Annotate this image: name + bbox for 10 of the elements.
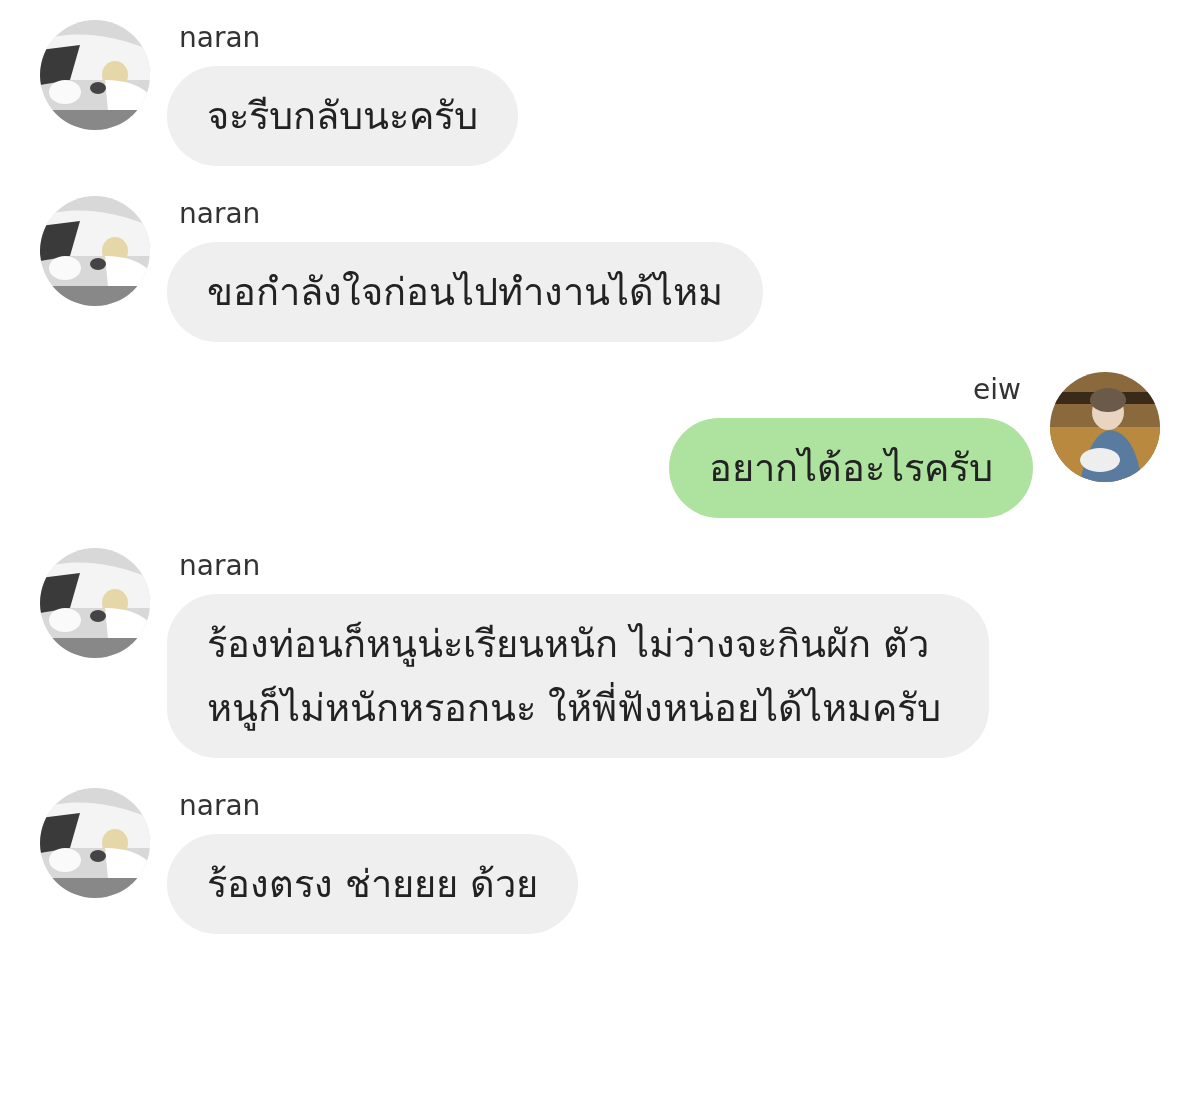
- message-bubble: จะรีบกลับนะครับ: [167, 66, 518, 166]
- message-bubble: ขอกำลังใจก่อนไปทำงานได้ไหม: [167, 242, 763, 342]
- message-bubble: ร้องท่อนก็หนูน่ะเรียนหนัก ไม่ว่างจะกินผัก ตัวหนูก็ไม่หนักหรอกนะ ให้พี่ฟังหน่อยได้ไหมครับ: [167, 594, 989, 758]
- sender-name: naran: [178, 788, 262, 824]
- sender-name: naran: [178, 196, 262, 232]
- message-bubble: อยากได้อะไรครับ: [669, 418, 1033, 518]
- sender-name: naran: [178, 20, 262, 56]
- sender-name: eiw: [972, 372, 1022, 408]
- sender-name: naran: [178, 548, 262, 584]
- message-bubble: ร้องตรง ช่ายยย ด้วย: [167, 834, 579, 934]
